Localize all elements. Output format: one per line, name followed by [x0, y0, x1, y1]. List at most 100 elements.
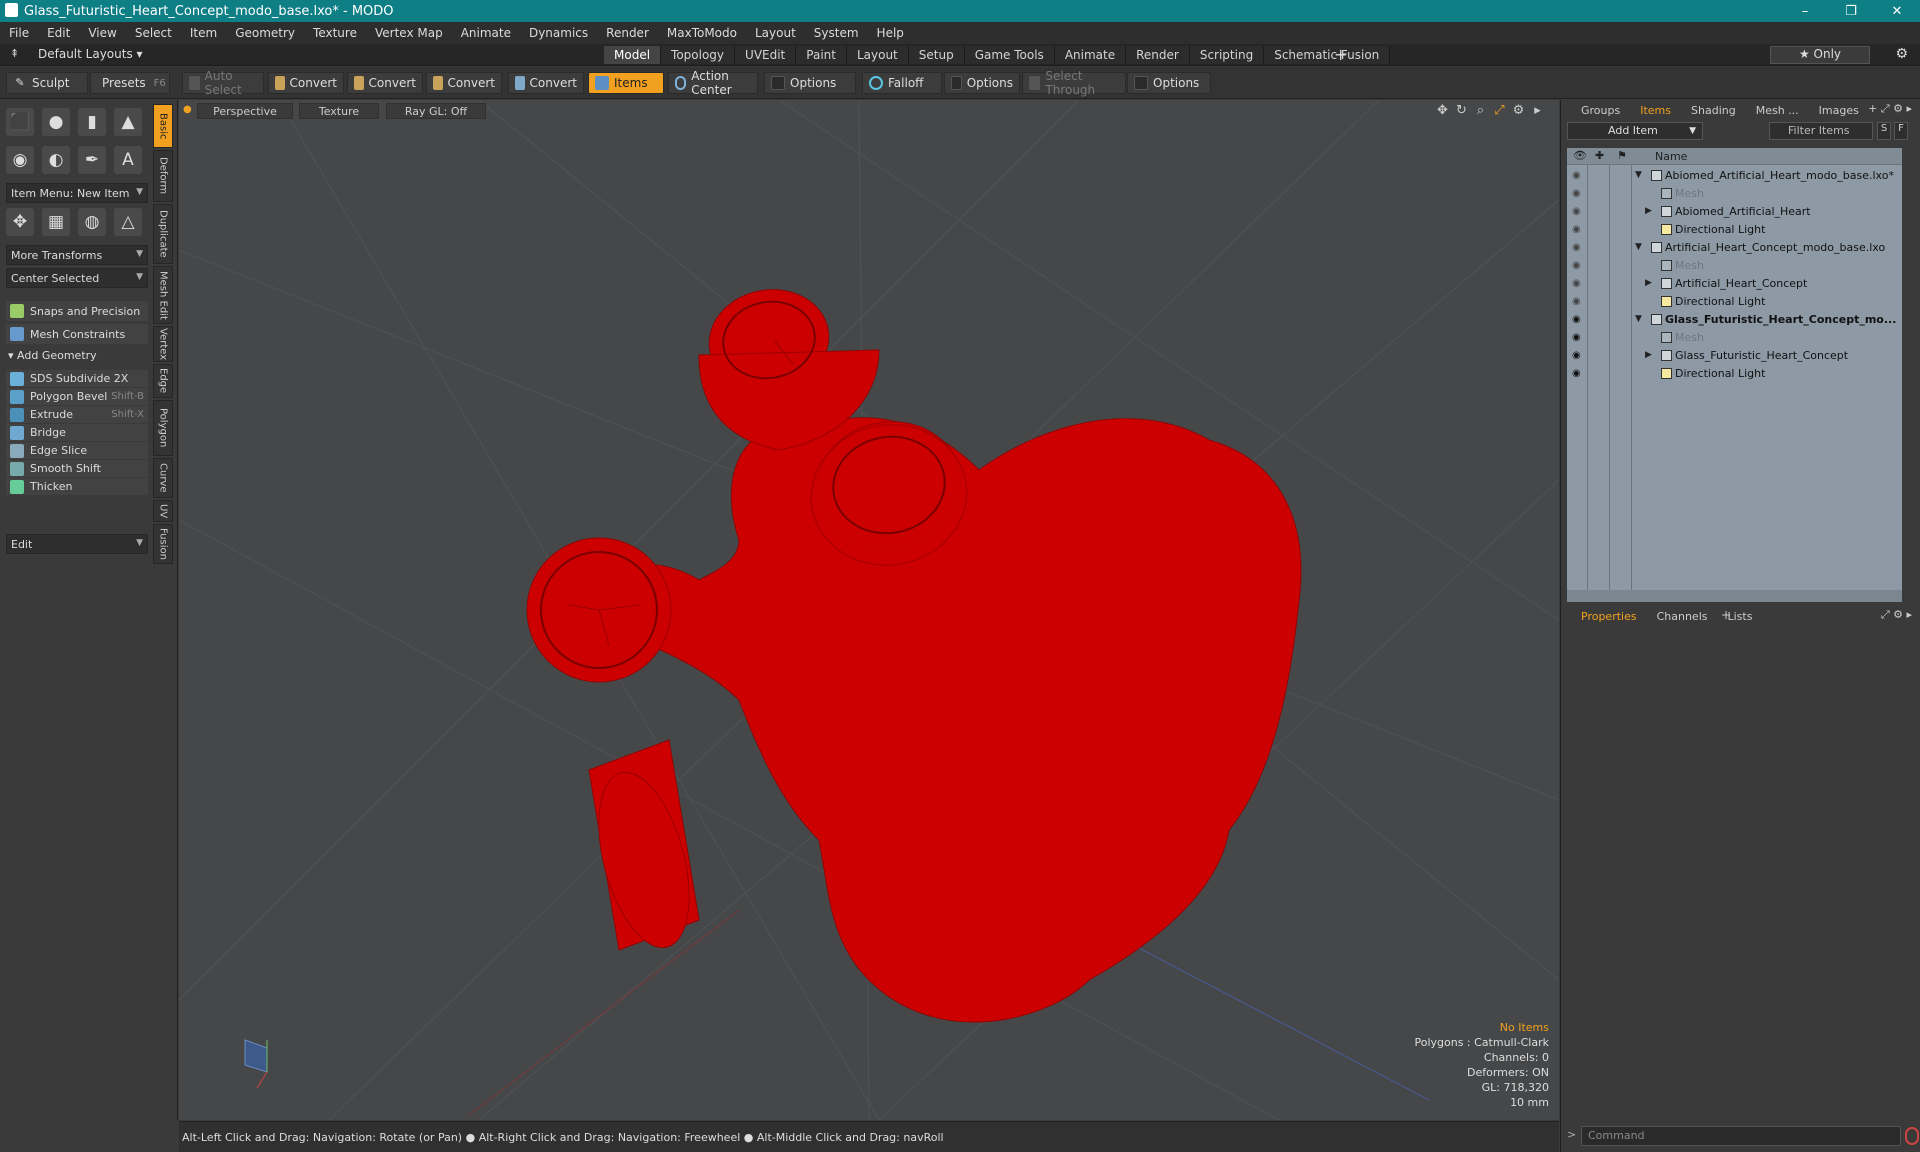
vtab-mesh-edit[interactable]: Mesh Edit — [153, 266, 173, 324]
item-row[interactable]: ◉ ▶ Glass_Futuristic_Heart_Concept — [1567, 346, 1902, 364]
item-row[interactable]: ◉ ▼ Artificial_Heart_Concept_modo_base.lxo — [1567, 238, 1902, 256]
menu-texture[interactable]: Texture — [304, 26, 366, 40]
pyramid-icon[interactable]: △ — [114, 208, 142, 236]
globe-icon[interactable]: ◍ — [78, 208, 106, 236]
expand-arrow-icon[interactable]: ▶ — [1645, 206, 1652, 216]
text-tool-icon[interactable]: A — [114, 146, 142, 174]
visibility-column-icon[interactable]: 👁 — [1573, 149, 1587, 162]
layout-tab-scripting[interactable]: Scripting — [1189, 46, 1265, 64]
viewport-settings-icon[interactable]: ⚙ — [1509, 103, 1528, 118]
perspective-dropdown[interactable]: Perspective — [197, 103, 293, 119]
close-button[interactable]: ✕ — [1874, 0, 1920, 22]
options-button-2[interactable]: Options — [944, 72, 1020, 94]
expand-arrow-icon[interactable]: ▶ — [1645, 278, 1652, 288]
falloff-button[interactable]: Falloff — [862, 72, 942, 94]
only-button[interactable]: ★ Only — [1770, 46, 1870, 64]
visibility-eye-icon[interactable]: ◉ — [1572, 242, 1581, 253]
zoom-icon[interactable]: ⌕ — [1471, 103, 1490, 118]
filter-f-button[interactable]: F — [1894, 122, 1908, 140]
visibility-eye-icon[interactable]: ◉ — [1572, 224, 1581, 235]
render-column-icon[interactable]: ⚑ — [1617, 149, 1627, 162]
layout-tab-layout[interactable]: Layout — [846, 46, 909, 64]
item-row[interactable]: ◉ Mesh — [1567, 184, 1902, 202]
visibility-eye-icon[interactable]: ◉ — [1572, 296, 1581, 307]
layout-tab-setup[interactable]: Setup — [908, 46, 965, 64]
menu-render[interactable]: Render — [597, 26, 658, 40]
vtab-duplicate[interactable]: Duplicate — [153, 204, 173, 264]
menu-edit[interactable]: Edit — [38, 26, 79, 40]
edit-dropdown[interactable]: Edit ▼ — [6, 534, 148, 554]
center-selected-dropdown[interactable]: Center Selected ▼ — [6, 268, 148, 288]
cube-primitive-icon[interactable]: ⬛ — [6, 108, 34, 136]
mesh-constraints-button[interactable]: Mesh Constraints — [6, 324, 148, 344]
vtab-deform[interactable]: Deform — [153, 150, 173, 202]
vtab-uv[interactable]: UV — [153, 500, 173, 522]
filter-s-button[interactable]: S — [1877, 122, 1891, 140]
menu-layout[interactable]: Layout — [746, 26, 805, 40]
menu-dynamics[interactable]: Dynamics — [520, 26, 597, 40]
capsule-primitive-icon[interactable]: ◐ — [42, 146, 70, 174]
minimize-button[interactable]: – — [1782, 0, 1828, 22]
item-list[interactable]: 👁 ✚ ⚑ Name ◉ ▼ Abiomed_Artificial_Heart_mo… — [1567, 148, 1902, 602]
tool-sds-subdivide-2x[interactable]: SDS Subdivide 2X — [6, 370, 148, 387]
torus-primitive-icon[interactable]: ◉ — [6, 146, 34, 174]
layout-tab-paint[interactable]: Paint — [796, 46, 847, 64]
convert-polygons-button[interactable]: Convert — [426, 72, 502, 94]
layout-tab-topology[interactable]: Topology — [661, 46, 736, 64]
tool-bridge[interactable]: Bridge — [6, 424, 148, 441]
tool-edge-slice[interactable]: Edge Slice — [6, 442, 148, 459]
gear-icon[interactable]: ⚙ — [1895, 46, 1908, 62]
3d-viewport[interactable]: ● Perspective Texture Ray GL: Off ✥ ↻ ⌕ … — [179, 100, 1559, 1120]
visibility-eye-icon[interactable]: ◉ — [1572, 350, 1581, 361]
menu-maxtomodo[interactable]: MaxToModo — [658, 26, 746, 40]
pan-icon[interactable]: ✥ — [1433, 103, 1452, 118]
items-mode-button[interactable]: Items — [588, 72, 664, 94]
layout-tab-uvedit[interactable]: UVEdit — [735, 46, 797, 64]
item-row[interactable]: ◉ Mesh — [1567, 256, 1902, 274]
visibility-eye-icon[interactable]: ◉ — [1572, 314, 1581, 325]
filter-items-input[interactable]: Filter Items — [1769, 122, 1873, 140]
menu-system[interactable]: System — [805, 26, 868, 40]
convert-items-button[interactable]: Convert — [508, 72, 584, 94]
rotate-icon[interactable]: ↻ — [1452, 103, 1471, 118]
command-input[interactable]: Command — [1581, 1126, 1901, 1146]
tab-properties[interactable]: Properties — [1571, 608, 1647, 626]
add-geometry-header[interactable]: ▾ Add Geometry — [8, 349, 97, 362]
tab-shading[interactable]: Shading — [1681, 102, 1746, 120]
menu-file[interactable]: File — [0, 26, 38, 40]
layout-tab-render[interactable]: Render — [1126, 46, 1190, 64]
layout-tab-game-tools[interactable]: Game Tools — [964, 46, 1055, 64]
layout-tab-model[interactable]: Model — [604, 46, 662, 64]
tool-extrude[interactable]: Extrude Shift-X — [6, 406, 148, 423]
menu-help[interactable]: Help — [868, 26, 913, 40]
visibility-eye-icon[interactable]: ◉ — [1572, 188, 1581, 199]
collapse-arrow-icon[interactable]: ▼ — [1635, 242, 1642, 252]
presets-button[interactable]: Presets F6 — [90, 72, 170, 94]
select-through-button[interactable]: Select Through — [1022, 69, 1126, 97]
name-column-header[interactable]: Name — [1655, 150, 1687, 163]
item-row[interactable]: ◉ Directional Light — [1567, 292, 1902, 310]
menu-item[interactable]: Item — [181, 26, 226, 40]
lock-column-icon[interactable]: ✚ — [1595, 149, 1604, 162]
sculpt-button[interactable]: ✎ Sculpt — [6, 72, 88, 94]
pen-tool-icon[interactable]: ✒ — [78, 146, 106, 174]
item-row[interactable]: ◉ Mesh — [1567, 328, 1902, 346]
collapse-arrow-icon[interactable]: ▼ — [1635, 314, 1642, 324]
tool-smooth-shift[interactable]: Smooth Shift — [6, 460, 148, 477]
viewport-canvas[interactable] — [179, 100, 1559, 1120]
item-menu-dropdown[interactable]: Item Menu: New Item ▼ — [6, 183, 148, 203]
vtab-edge[interactable]: Edge — [153, 364, 173, 398]
menu-animate[interactable]: Animate — [452, 26, 520, 40]
layout-pin-icon[interactable]: ⇞ — [10, 47, 19, 60]
item-row[interactable]: ◉ ▶ Artificial_Heart_Concept — [1567, 274, 1902, 292]
tab-mesh-[interactable]: Mesh ... — [1746, 102, 1809, 120]
tab-groups[interactable]: Groups — [1571, 102, 1630, 120]
snaps-precision-button[interactable]: Snaps and Precision — [6, 301, 148, 321]
convert-edges-button[interactable]: Convert — [347, 72, 423, 94]
menu-vertex-map[interactable]: Vertex Map — [366, 26, 452, 40]
item-list-scrollbar[interactable] — [1567, 590, 1902, 602]
cylinder-primitive-icon[interactable]: ▮ — [78, 108, 106, 136]
raygl-dropdown[interactable]: Ray GL: Off — [386, 103, 486, 119]
properties-options-icon[interactable]: ⤢ ⚙ ▸ — [1881, 608, 1912, 622]
more-transforms-dropdown[interactable]: More Transforms ▼ — [6, 245, 148, 265]
